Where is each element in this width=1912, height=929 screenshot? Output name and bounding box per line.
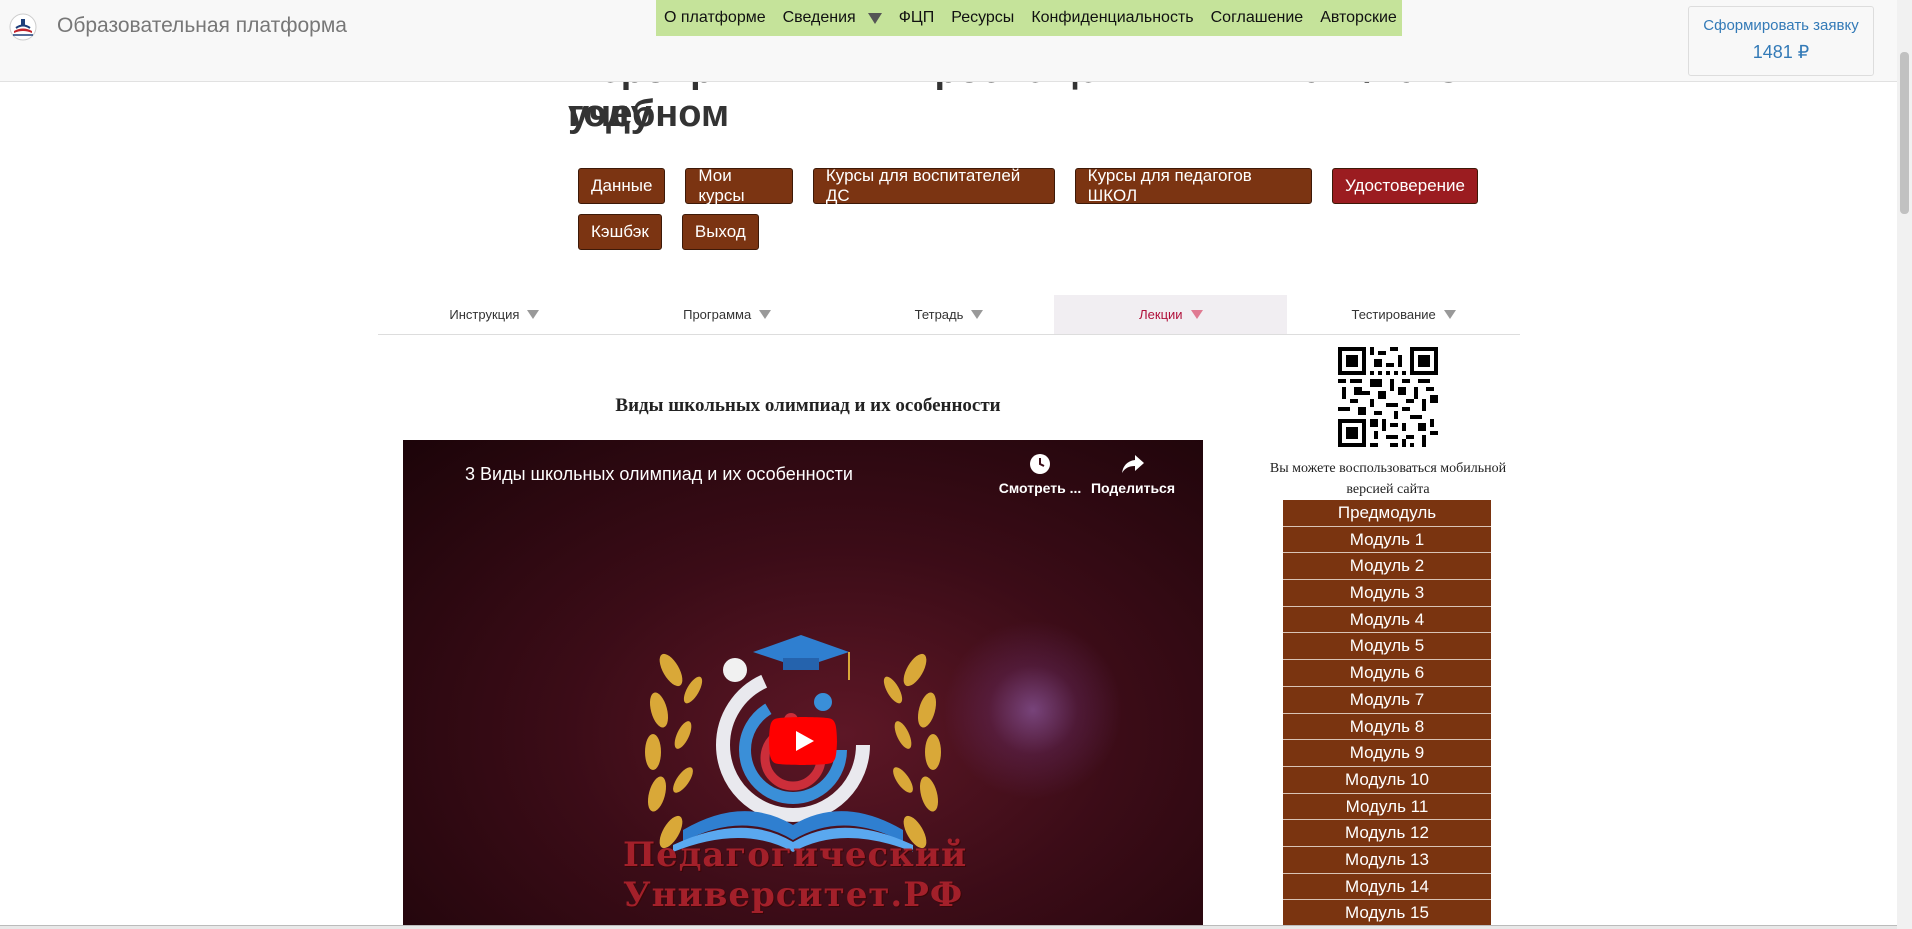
- site-header: Образовательная платформа О платформе Св…: [0, 0, 1912, 82]
- module-link-10[interactable]: Модуль 10: [1283, 766, 1491, 794]
- dropdown-triangle-icon: [1190, 310, 1203, 319]
- module-link-14[interactable]: Модуль 14: [1283, 873, 1491, 901]
- page-scrollbar[interactable]: [1897, 0, 1912, 929]
- dropdown-triangle-icon: [759, 310, 772, 319]
- nav-about[interactable]: О платформе: [664, 9, 766, 27]
- site-logo-icon[interactable]: [8, 12, 38, 42]
- watch-later-label: Смотреть ...: [998, 480, 1082, 496]
- tab-label: Инструкция: [449, 307, 520, 322]
- kindergarten-courses-button[interactable]: Курсы для воспитателей ДС: [812, 166, 1055, 205]
- watch-later-button[interactable]: Смотреть ...: [995, 452, 1085, 496]
- nav-fcp[interactable]: ФЦП: [899, 9, 935, 27]
- video-title[interactable]: 3 Виды школьных олимпиад и их особенност…: [465, 464, 853, 485]
- window-bottom-edge: [0, 925, 1897, 929]
- module-link-15[interactable]: Модуль 15: [1283, 900, 1491, 927]
- order-box: Сформировать заявку 1481 ₽: [1688, 6, 1874, 76]
- my-courses-button[interactable]: Мои курсы: [685, 166, 793, 205]
- mobile-version-note: Вы можете воспользоваться мобильной верс…: [1269, 461, 1507, 497]
- brand-name[interactable]: Образовательная платформа: [57, 14, 347, 38]
- dropdown-triangle-icon: [867, 12, 882, 24]
- module-link-3[interactable]: Модуль 3: [1283, 580, 1491, 607]
- top-navigation: О платформе Сведения ФЦП Ресурсы Конфиде…: [656, 0, 1402, 36]
- module-link-9[interactable]: Модуль 9: [1283, 740, 1491, 767]
- nav-agreement[interactable]: Соглашение: [1211, 9, 1304, 27]
- tab-label: Тестирование: [1351, 307, 1436, 322]
- order-price: 1481 ₽: [1752, 42, 1810, 62]
- youtube-play-icon[interactable]: [769, 717, 837, 765]
- nav-info-label: Сведения: [782, 9, 856, 26]
- nav-resources[interactable]: Ресурсы: [951, 9, 1014, 27]
- tab-workbook[interactable]: Тетрадь: [844, 295, 1055, 334]
- clock-icon: [1030, 454, 1050, 474]
- data-button[interactable]: Данные: [578, 168, 666, 204]
- brand-line2: Университет.РФ: [623, 875, 964, 915]
- dropdown-triangle-icon: [527, 310, 540, 319]
- account-buttons-row1: Данные Мои курсы Курсы для воспитателей …: [578, 166, 1478, 205]
- nav-privacy[interactable]: Конфиденциальность: [1031, 9, 1193, 27]
- nav-authors[interactable]: Авторские: [1320, 9, 1397, 27]
- brand-line1: Педагогический: [623, 835, 968, 875]
- share-label: Поделиться: [1090, 480, 1176, 496]
- qr-code: [1338, 347, 1438, 447]
- module-link-pre[interactable]: Предмодуль: [1283, 500, 1491, 527]
- module-link-1[interactable]: Модуль 1: [1283, 526, 1491, 554]
- module-link-4[interactable]: Модуль 4: [1283, 606, 1491, 634]
- module-link-8[interactable]: Модуль 8: [1283, 713, 1491, 741]
- scrollbar-thumb[interactable]: [1900, 52, 1909, 214]
- tab-label: Лекции: [1139, 307, 1183, 322]
- tab-label: Тетрадь: [914, 307, 964, 322]
- create-order-link[interactable]: Сформировать заявку: [1689, 17, 1873, 34]
- video-player[interactable]: 3 Виды школьных олимпиад и их особенност…: [403, 440, 1203, 929]
- logout-button[interactable]: Выход: [681, 214, 759, 250]
- module-link-12[interactable]: Модуль 12: [1283, 820, 1491, 847]
- module-link-2[interactable]: Модуль 2: [1283, 553, 1491, 581]
- module-link-13[interactable]: Модуль 13: [1283, 846, 1491, 874]
- module-link-6[interactable]: Модуль 6: [1283, 660, 1491, 687]
- share-arrow-icon: [1122, 455, 1144, 473]
- nav-info[interactable]: Сведения: [783, 9, 882, 27]
- share-button[interactable]: Поделиться: [1088, 452, 1178, 496]
- certificate-button[interactable]: Удостоверение: [1332, 168, 1478, 204]
- module-link-5[interactable]: Модуль 5: [1283, 633, 1491, 661]
- tab-program[interactable]: Программа: [611, 295, 844, 334]
- tab-label: Программа: [683, 307, 752, 322]
- tab-lectures[interactable]: Лекции: [1054, 295, 1288, 334]
- account-buttons-row2: Кэшбэк Выход: [578, 214, 1478, 250]
- dropdown-triangle-icon: [971, 310, 984, 319]
- lecture-title: Виды школьных олимпиад и их особенности: [615, 395, 1001, 416]
- module-link-7[interactable]: Модуль 7: [1283, 686, 1491, 714]
- tab-testing[interactable]: Тестирование: [1287, 295, 1520, 334]
- dropdown-triangle-icon: [1443, 310, 1456, 319]
- course-tabs: Инструкция Программа Тетрадь Лекции Тест…: [378, 295, 1520, 335]
- tab-instruction[interactable]: Инструкция: [378, 295, 611, 334]
- browser-viewport: Мероприятия Минпросвещения РФ в 2022/202…: [0, 0, 1912, 929]
- module-list: Предмодуль Модуль 1 Модуль 2 Модуль 3 Мо…: [1283, 500, 1491, 927]
- school-courses-button[interactable]: Курсы для педагогов ШКОЛ: [1074, 166, 1313, 205]
- module-link-11[interactable]: Модуль 11: [1283, 793, 1491, 821]
- video-glow: [943, 620, 1123, 800]
- cashback-button[interactable]: Кэшбэк: [578, 214, 662, 250]
- video-brand-text: Педагогический Университет.РФ: [623, 835, 968, 915]
